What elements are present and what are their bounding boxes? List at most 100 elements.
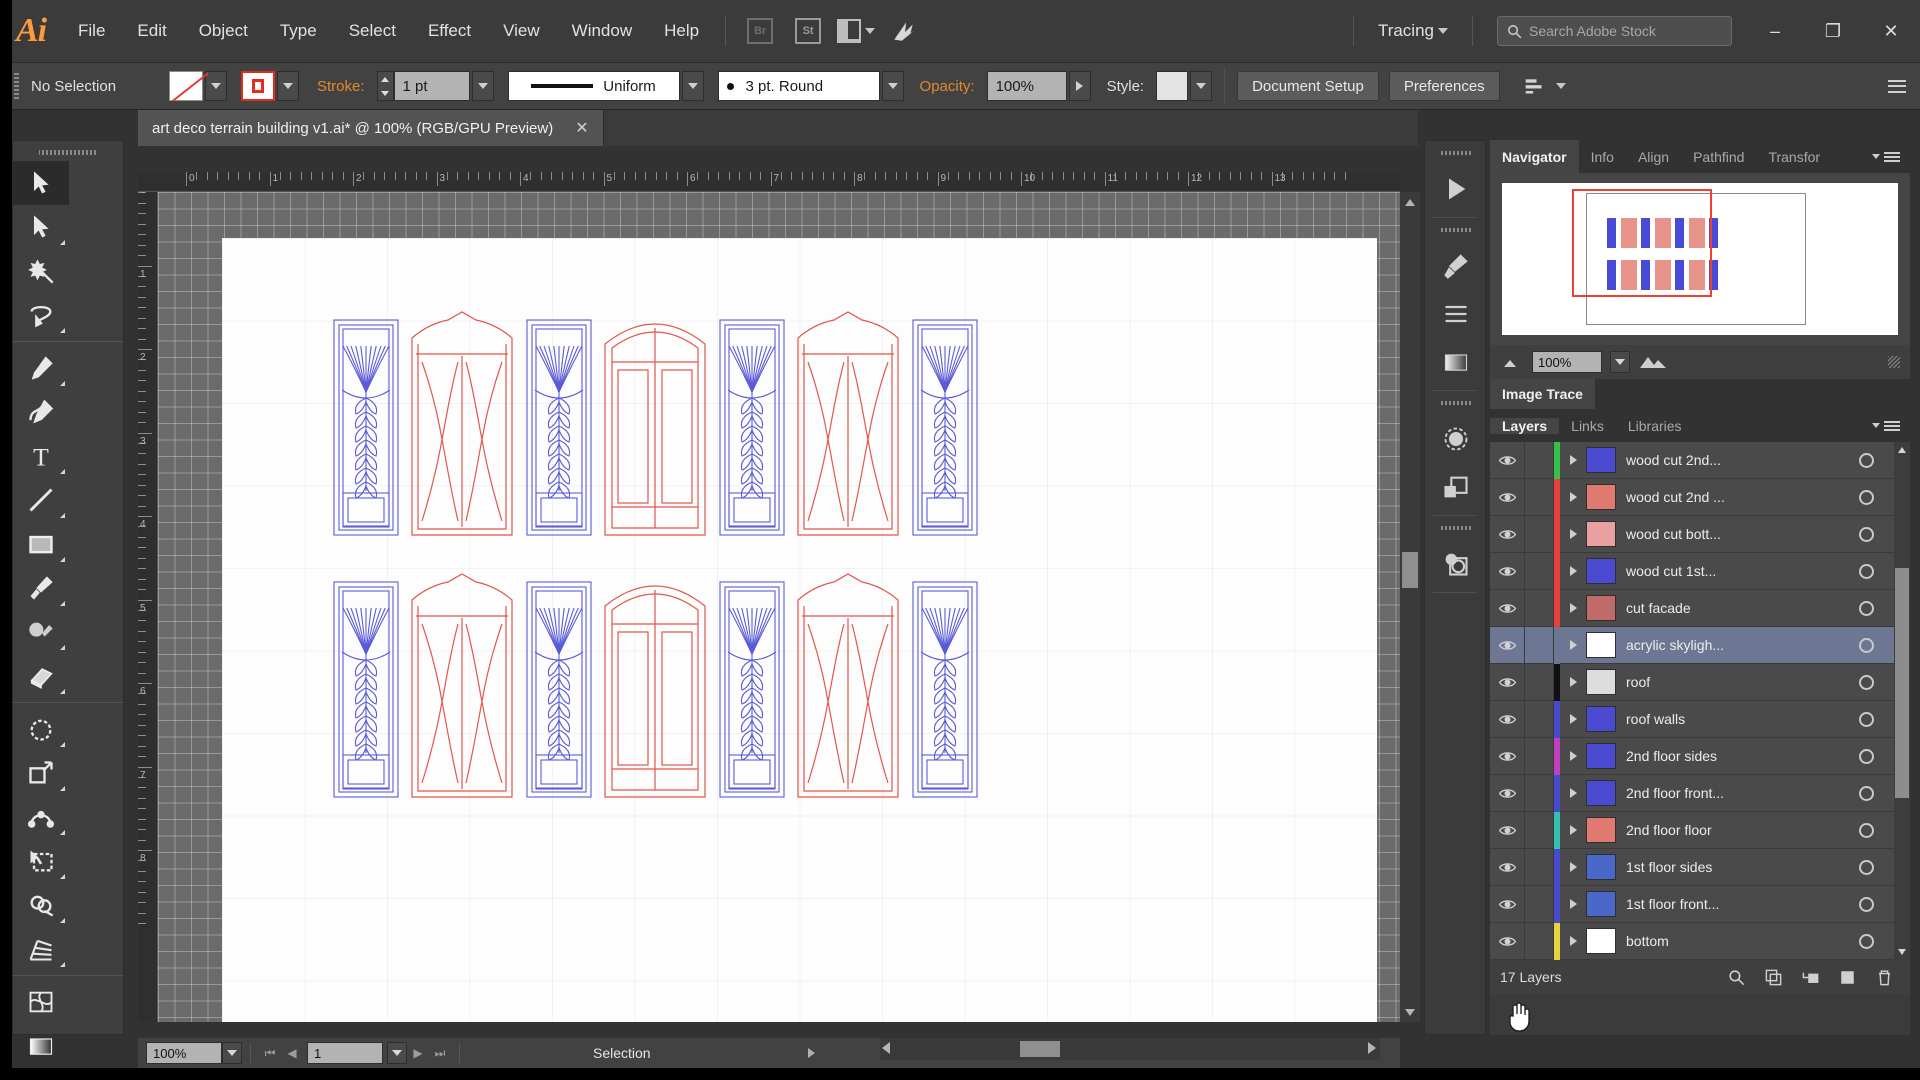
new-layer-icon[interactable] — [1838, 968, 1857, 987]
layer-name[interactable]: roof walls — [1626, 711, 1838, 727]
layer-expand-icon[interactable] — [1560, 627, 1586, 664]
rectangle-tool[interactable] — [13, 522, 69, 566]
appearance-panel-icon[interactable] — [1425, 463, 1487, 511]
tool-status-label[interactable]: Selection — [593, 1045, 651, 1061]
prev-artboard-button[interactable]: ◀ — [281, 1042, 303, 1064]
gradient-panel-icon[interactable] — [1425, 338, 1487, 386]
layer-target-icon[interactable] — [1838, 637, 1894, 653]
navigator-zoom-dropdown-icon[interactable] — [1610, 351, 1630, 373]
layer-lock-toggle[interactable] — [1524, 552, 1554, 590]
dock-grip-3[interactable] — [1439, 397, 1471, 409]
control-panel-icon[interactable] — [1425, 165, 1487, 213]
layers-scroll-thumb[interactable] — [1895, 568, 1909, 798]
stroke-weight-dropdown-icon[interactable] — [471, 71, 494, 101]
workspace-switcher[interactable]: Tracing — [1364, 21, 1462, 41]
maximize-button[interactable]: ❐ — [1804, 0, 1862, 62]
layer-expand-icon[interactable] — [1560, 849, 1586, 886]
horizontal-scroll-thumb[interactable] — [1020, 1041, 1060, 1057]
layer-expand-icon[interactable] — [1560, 775, 1586, 812]
layer-visibility-icon[interactable] — [1490, 960, 1524, 961]
stroke-profile-field[interactable]: Uniform — [507, 71, 680, 101]
stroke-label[interactable]: Stroke: — [317, 78, 365, 95]
layer-lock-toggle[interactable] — [1524, 885, 1554, 923]
tab-navigator[interactable]: Navigator — [1490, 140, 1579, 173]
layer-visibility-icon[interactable] — [1490, 627, 1524, 664]
layer-row[interactable]: 1st floor front... — [1490, 885, 1910, 923]
swatches-panel-icon[interactable] — [1425, 290, 1487, 338]
status-flyout-icon[interactable] — [801, 1042, 823, 1064]
layer-lock-toggle[interactable] — [1524, 663, 1554, 701]
bridge-icon[interactable]: Br — [741, 16, 779, 46]
layer-target-icon[interactable] — [1838, 748, 1894, 764]
layer-lock-toggle[interactable] — [1524, 848, 1554, 886]
toolbox-grip[interactable] — [39, 145, 97, 159]
layer-visibility-icon[interactable] — [1490, 849, 1524, 886]
menu-file[interactable]: File — [62, 0, 121, 62]
layer-target-icon[interactable] — [1838, 711, 1894, 727]
vertical-ruler[interactable]: 0 1 2 3 4 5 6 7 8 — [138, 192, 158, 1022]
preferences-button[interactable]: Preferences — [1388, 71, 1500, 101]
scroll-left-icon[interactable] — [882, 1042, 890, 1054]
dock-collapse-grip[interactable] — [1439, 147, 1471, 159]
rotate-tool[interactable] — [13, 707, 69, 751]
layer-expand-icon[interactable] — [1560, 960, 1586, 961]
horizontal-ruler[interactable]: 0 1 2 3 4 5 6 7 8 9 10 11 12 13 — [138, 172, 1400, 192]
scroll-up-icon[interactable] — [1400, 192, 1420, 212]
tab-image-trace[interactable]: Image Trace — [1490, 379, 1595, 409]
stock-icon[interactable]: St — [789, 16, 827, 46]
tab-align[interactable]: Align — [1626, 140, 1681, 173]
layer-row[interactable]: cut facade — [1490, 589, 1910, 627]
layer-visibility-icon[interactable] — [1490, 553, 1524, 590]
layer-visibility-icon[interactable] — [1490, 516, 1524, 553]
opacity-label[interactable]: Opacity: — [920, 78, 975, 95]
layer-row[interactable]: acrylic skyligh... — [1490, 626, 1910, 664]
layer-expand-icon[interactable] — [1560, 442, 1586, 479]
menu-effect[interactable]: Effect — [412, 0, 487, 62]
brushes-panel-icon[interactable] — [1425, 242, 1487, 290]
layer-name[interactable]: roof — [1626, 674, 1838, 690]
stroke-dropdown-icon[interactable] — [277, 71, 299, 101]
layer-target-icon[interactable] — [1838, 674, 1894, 690]
menu-window[interactable]: Window — [556, 0, 648, 62]
stroke-swatch[interactable] — [241, 71, 275, 101]
close-icon[interactable]: ✕ — [575, 118, 588, 138]
graphic-style-control[interactable] — [1156, 71, 1213, 101]
menu-view[interactable]: View — [487, 0, 556, 62]
canvas-horizontal-scrollbar[interactable] — [880, 1038, 1380, 1060]
layer-lock-toggle[interactable] — [1524, 959, 1554, 960]
menu-type[interactable]: Type — [264, 0, 333, 62]
layer-lock-toggle[interactable] — [1524, 922, 1554, 960]
layer-target-icon[interactable] — [1838, 859, 1894, 875]
layer-visibility-icon[interactable] — [1490, 738, 1524, 775]
brush-definition-field[interactable]: 3 pt. Round — [717, 71, 880, 101]
stroke-weight-field[interactable]: 1 pt — [393, 71, 470, 101]
layer-name[interactable]: 1st floor sides — [1626, 859, 1838, 875]
pen-tool[interactable] — [13, 346, 69, 390]
stroke-profile-control[interactable]: Uniform — [507, 71, 704, 101]
layer-row[interactable]: roof walls — [1490, 700, 1910, 738]
zoom-in-icon[interactable] — [1638, 354, 1668, 370]
layer-lock-toggle[interactable] — [1524, 442, 1554, 479]
layer-visibility-icon[interactable] — [1490, 923, 1524, 960]
align-control[interactable] — [1522, 76, 1566, 96]
layer-expand-icon[interactable] — [1560, 590, 1586, 627]
layer-expand-icon[interactable] — [1560, 812, 1586, 849]
opacity-field[interactable]: 100% — [986, 71, 1067, 101]
layer-visibility-icon[interactable] — [1490, 701, 1524, 738]
fill-swatch-control[interactable] — [169, 71, 227, 101]
layer-row[interactable]: 2nd floor front... — [1490, 774, 1910, 812]
layer-visibility-icon[interactable] — [1490, 775, 1524, 812]
search-input[interactable]: Search Adobe Stock — [1497, 16, 1732, 46]
fill-swatch[interactable] — [169, 71, 203, 101]
layer-target-icon[interactable] — [1838, 563, 1894, 579]
brush-definition-control[interactable]: 3 pt. Round — [717, 71, 904, 101]
scroll-right-icon[interactable] — [1368, 1042, 1376, 1054]
transparency-panel-icon[interactable] — [1425, 415, 1487, 463]
gradient-tool[interactable] — [13, 1024, 69, 1068]
zoom-level-field[interactable]: 100% — [146, 1042, 222, 1064]
tab-links[interactable]: Links — [1559, 418, 1616, 434]
curvature-tool[interactable] — [13, 390, 69, 434]
layer-lock-toggle[interactable] — [1524, 737, 1554, 775]
layer-name[interactable]: 2nd floor front... — [1626, 785, 1838, 801]
artwork-vector[interactable] — [222, 238, 1377, 1022]
